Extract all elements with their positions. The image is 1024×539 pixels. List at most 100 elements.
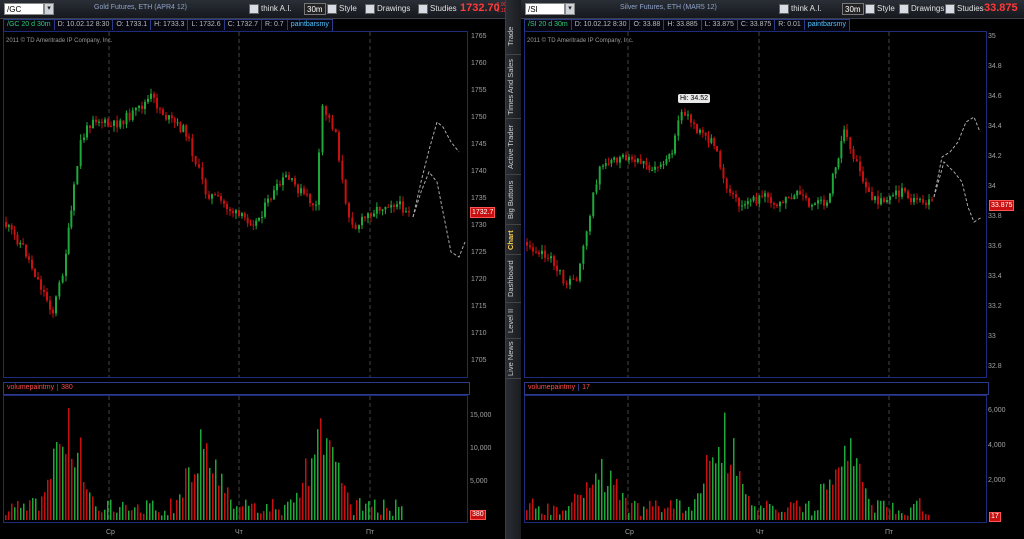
info-study[interactable]: paintbarsmy: [805, 20, 849, 30]
tab-chart[interactable]: Chart: [506, 226, 521, 255]
volume-bar: [143, 513, 145, 520]
style-label: Style: [877, 4, 895, 13]
volume-bar: [685, 510, 687, 520]
info-low: L: 1732.6: [188, 20, 225, 30]
volume-bar: [17, 500, 19, 520]
right-drawings-button[interactable]: Drawings: [899, 3, 944, 15]
candle-body: [162, 109, 164, 115]
candle-body: [648, 165, 651, 171]
axis-tick-label: 1760: [471, 60, 487, 67]
candle-body: [817, 200, 819, 204]
candle-body: [312, 203, 314, 206]
candle-body: [273, 190, 275, 200]
volume-bar: [92, 496, 94, 520]
candle-body: [297, 184, 299, 194]
candle-body: [716, 146, 718, 152]
volume-bar: [928, 514, 930, 520]
volume-bar: [32, 498, 34, 520]
tab-trade[interactable]: Trade: [506, 18, 521, 55]
candle-body: [811, 204, 813, 207]
candle-body: [375, 206, 378, 214]
tab-dashboard[interactable]: Dashboard: [506, 256, 521, 303]
think-ai-label: think A.I.: [791, 4, 822, 13]
left-think-ai-button[interactable]: think A.I.: [249, 3, 292, 15]
right-toolbar: /SI ▾ Silver Futures, ETH (MAR5 12) thin…: [521, 0, 1024, 19]
volume-bar: [65, 454, 67, 520]
candle-body: [690, 114, 692, 123]
volume-bar: [338, 462, 340, 520]
volume-bar: [646, 508, 648, 520]
candle-body: [122, 120, 125, 125]
volume-bar: [805, 503, 807, 520]
left-timeframe-select[interactable]: 30m: [304, 3, 326, 15]
candle-body: [744, 204, 746, 206]
volume-bar: [766, 500, 768, 520]
chevron-down-icon[interactable]: ▾: [44, 3, 54, 15]
volume-bar: [640, 515, 642, 520]
info-study[interactable]: paintbarsmy: [288, 20, 332, 30]
candle-body: [267, 198, 269, 203]
right-studies-button[interactable]: Studies: [945, 3, 984, 15]
volume-bar: [739, 471, 741, 520]
volume-bar: [823, 483, 825, 520]
left-studies-button[interactable]: Studies: [418, 3, 457, 15]
chevron-down-icon[interactable]: ▾: [565, 3, 575, 15]
candle-body: [569, 278, 571, 285]
tab-big-buttons[interactable]: Big Buttons: [506, 176, 521, 225]
volume-bar: [236, 506, 238, 520]
candle-body: [387, 206, 390, 208]
candle-body: [877, 196, 879, 205]
candle-body: [373, 213, 375, 217]
volume-bar: [634, 500, 636, 520]
left-drawings-button[interactable]: Drawings: [365, 3, 410, 15]
axis-tick-label: 35: [988, 33, 996, 40]
volume-bar: [104, 509, 106, 520]
axis-tick-label: 1755: [471, 87, 487, 94]
right-symbol-input[interactable]: /SI: [525, 3, 565, 15]
candle-body: [191, 138, 194, 157]
volume-bar: [667, 507, 669, 520]
candle-body: [131, 110, 134, 121]
candle-body: [402, 201, 404, 213]
right-timeframe-select[interactable]: 30m: [842, 3, 864, 15]
left-symbol-input[interactable]: /GC: [4, 3, 44, 15]
candle-body: [746, 201, 749, 205]
right-style-button[interactable]: Style: [865, 3, 895, 15]
volume-bar: [299, 497, 301, 520]
volume-bar: [383, 499, 385, 520]
left-price-chart[interactable]: [3, 32, 468, 377]
candle-body: [113, 120, 115, 126]
candle-body: [86, 125, 88, 138]
volume-bar: [787, 507, 789, 520]
tab-live-news[interactable]: Live News: [506, 340, 521, 379]
right-volume-label[interactable]: volumepaintmy 17: [524, 382, 989, 395]
volume-bar: [580, 495, 582, 520]
right-price-chart[interactable]: [524, 32, 987, 377]
left-style-button[interactable]: Style: [327, 3, 357, 15]
candle-body: [208, 194, 210, 199]
volume-bar: [380, 514, 382, 520]
right-think-ai-button[interactable]: think A.I.: [779, 3, 822, 15]
candle-body: [684, 111, 686, 116]
volume-bar: [80, 437, 82, 520]
think-ai-icon: [249, 3, 259, 14]
left-volume-label[interactable]: volumepaintmy 380: [3, 382, 470, 395]
candle-body: [722, 167, 725, 179]
volume-bar: [901, 513, 903, 520]
candle-body: [110, 125, 112, 127]
volume-bar: [317, 429, 319, 520]
tab-times-and-sales[interactable]: Times And Sales: [506, 56, 521, 119]
candle-body: [201, 167, 204, 180]
volume-bar: [23, 503, 25, 520]
candle-body: [572, 278, 575, 280]
tab-level-ii[interactable]: Level II: [506, 304, 521, 339]
volume-bar: [356, 499, 358, 520]
candle-body: [849, 137, 852, 149]
candle-body: [862, 171, 864, 182]
candle-body: [384, 206, 387, 210]
candle-body: [116, 120, 119, 128]
candle-body: [735, 194, 737, 198]
tab-active-trader[interactable]: Active Trader: [506, 120, 521, 175]
volume-bar: [583, 497, 585, 520]
left-chart-panel: /GC ▾ Gold Futures, ETH (APR4 12) think …: [0, 0, 510, 539]
